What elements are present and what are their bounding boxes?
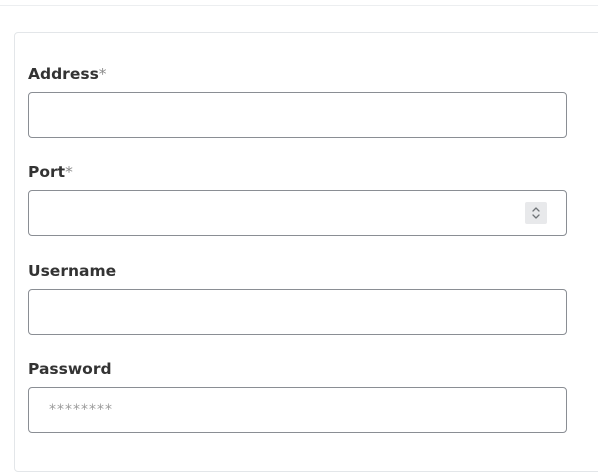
address-field-group: Address* xyxy=(28,64,567,138)
address-label-text: Address xyxy=(28,65,99,83)
password-field-group: Password xyxy=(28,359,567,433)
password-input[interactable] xyxy=(28,387,567,433)
top-divider xyxy=(0,5,598,6)
number-spinner-icon[interactable] xyxy=(525,202,547,224)
port-field-group: Port* xyxy=(28,162,567,236)
address-input[interactable] xyxy=(28,92,567,138)
port-label-text: Port xyxy=(28,163,66,181)
port-input[interactable] xyxy=(28,190,567,236)
password-label: Password xyxy=(28,360,112,378)
username-input[interactable] xyxy=(28,289,567,335)
spinner-arrows-icon xyxy=(532,207,540,219)
address-required-mark: * xyxy=(98,65,107,83)
address-label: Address* xyxy=(28,64,567,84)
username-field-group: Username xyxy=(28,261,567,335)
port-required-mark: * xyxy=(65,163,73,181)
port-label: Port* xyxy=(28,162,567,182)
username-label: Username xyxy=(28,262,117,280)
